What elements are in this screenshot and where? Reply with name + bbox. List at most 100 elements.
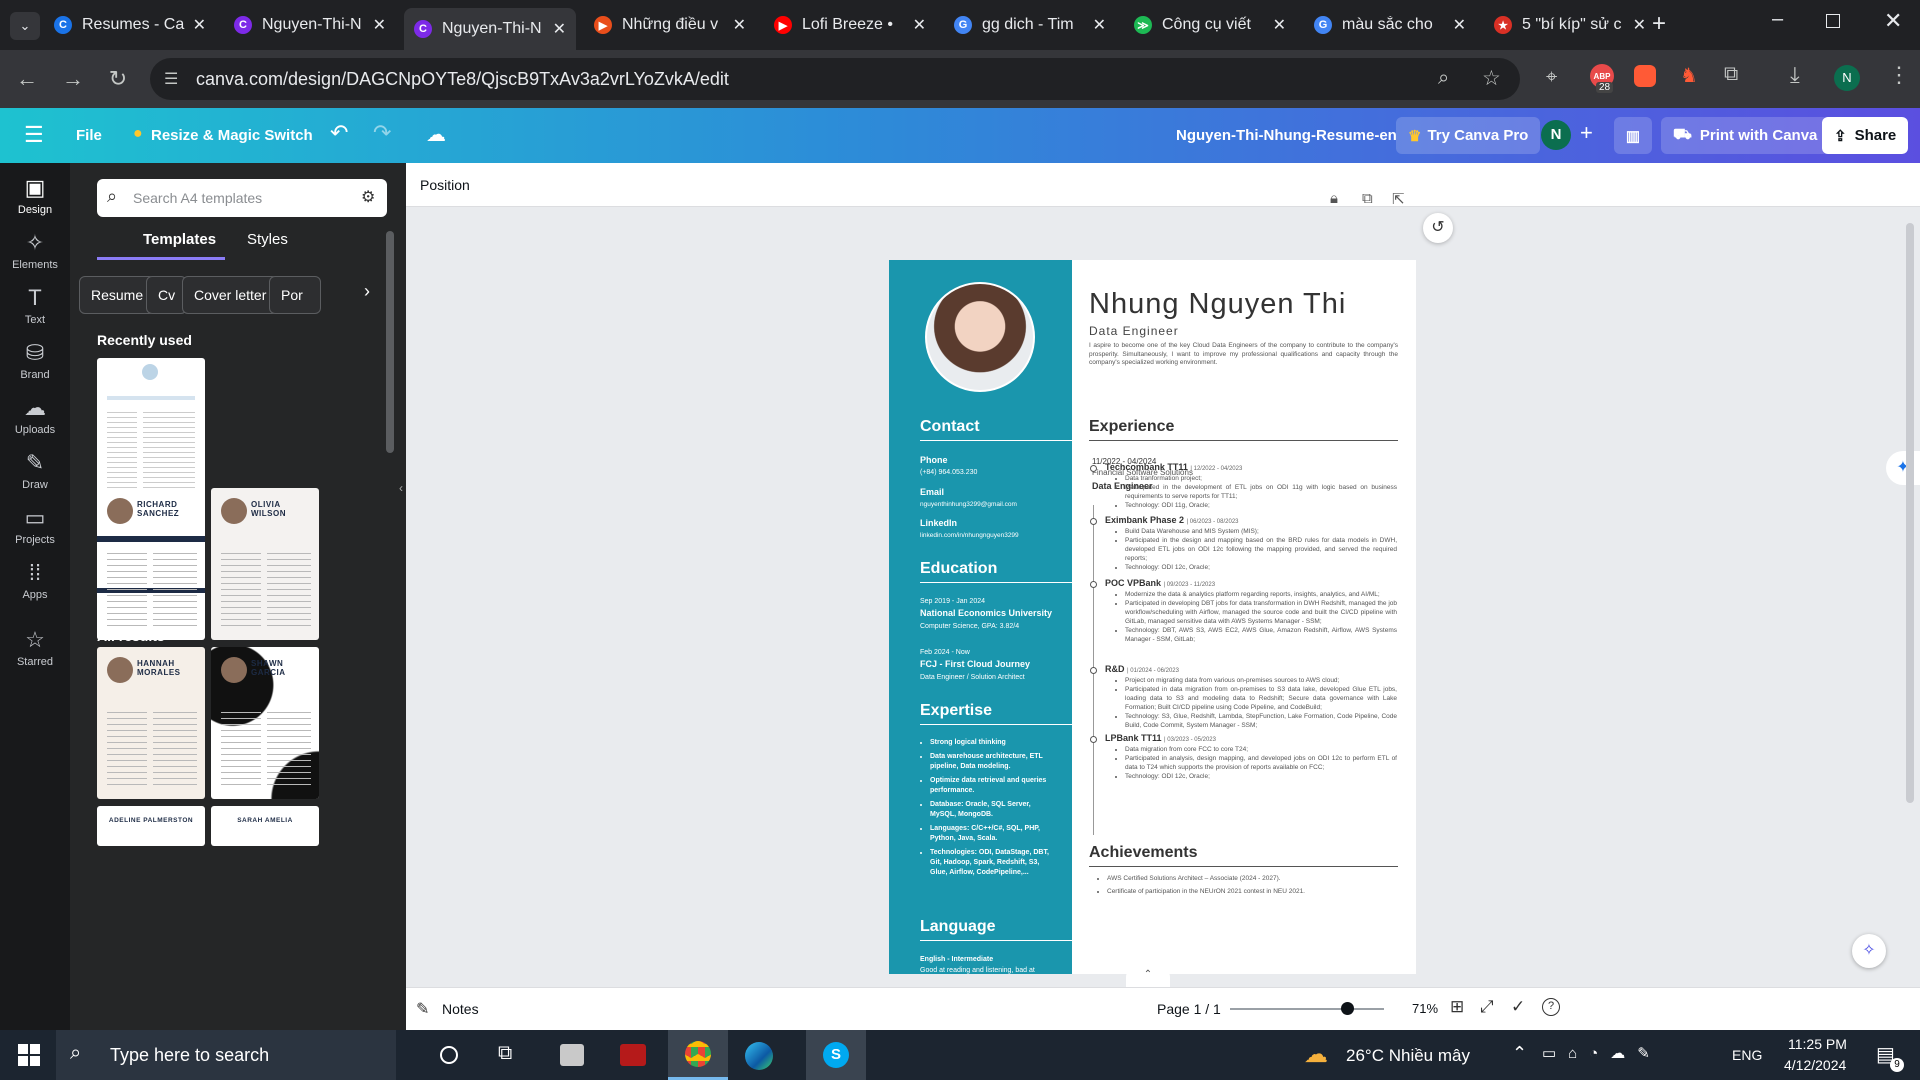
- zoom-value[interactable]: 71%: [1412, 1001, 1438, 1016]
- template-thumb[interactable]: RICHARD SANCHEZ: [97, 488, 205, 640]
- document-title[interactable]: Nguyen-Thi-Nhung-Resume-en: [1176, 127, 1397, 144]
- user-avatar[interactable]: N: [1541, 120, 1571, 150]
- weather-text[interactable]: 26°C Nhiều mây: [1346, 1046, 1470, 1066]
- browser-tab[interactable]: C Nguyen-Thi-N ✕: [224, 8, 396, 42]
- browser-tab[interactable]: ▶ Những điều v ✕: [584, 8, 756, 42]
- zoom-icon[interactable]: ⌕: [1438, 67, 1449, 90]
- browser-menu-icon[interactable]: ⋮: [1888, 62, 1910, 88]
- insights-button[interactable]: ▥: [1614, 117, 1652, 154]
- browser-tab[interactable]: C Resumes - Ca ✕: [44, 8, 216, 42]
- template-thumb[interactable]: HANNAH MORALES: [97, 647, 205, 799]
- notes-icon[interactable]: ✎: [416, 999, 429, 1019]
- close-tab-icon[interactable]: ✕: [1633, 15, 1646, 35]
- taskbar-search[interactable]: ⌕ Type here to search: [56, 1030, 396, 1080]
- browser-tab[interactable]: ★ 5 "bí kíp" sử c ✕: [1484, 8, 1656, 42]
- template-thumb[interactable]: SARAH AMELIA: [211, 806, 319, 846]
- rail-item-text[interactable]: T Text: [0, 285, 70, 345]
- filter-chip[interactable]: Por: [269, 276, 321, 314]
- reload-icon[interactable]: ↻: [103, 64, 133, 94]
- add-collaborator-icon[interactable]: +: [1580, 120, 1593, 146]
- zoom-slider-track[interactable]: [1230, 1008, 1384, 1010]
- edge-taskbar-icon[interactable]: [745, 1042, 773, 1070]
- rail-item-apps[interactable]: ⁞⁞ Apps: [0, 560, 70, 620]
- rail-item-uploads[interactable]: ☁ Uploads: [0, 395, 70, 455]
- filter-icon[interactable]: ⚙: [361, 187, 375, 207]
- file-menu[interactable]: File: [76, 127, 102, 144]
- chips-next-icon[interactable]: ›: [364, 281, 370, 302]
- close-tab-icon[interactable]: ✕: [1093, 15, 1106, 35]
- template-thumb[interactable]: SHAWN GARCIA: [211, 647, 319, 799]
- show-pages-handle[interactable]: ⌃: [1126, 969, 1170, 987]
- extension-mouse-icon[interactable]: ⌖: [1546, 66, 1557, 89]
- filter-chip[interactable]: Cover letter: [182, 276, 279, 314]
- menu-icon[interactable]: ☰: [24, 122, 44, 148]
- app-icon-2[interactable]: [620, 1044, 646, 1066]
- template-search-input[interactable]: ⌕ Search A4 templates ⚙: [97, 179, 387, 217]
- template-thumb[interactable]: OLIVIA WILSON: [211, 488, 319, 640]
- add-page-icon[interactable]: ⇱: [1392, 190, 1405, 208]
- lock-icon[interactable]: 🔒︎: [1330, 190, 1338, 207]
- download-icon[interactable]: ⤓: [1790, 62, 1800, 88]
- close-tab-icon[interactable]: ✕: [1273, 15, 1286, 35]
- undo-icon[interactable]: ↶: [330, 120, 348, 146]
- share-button[interactable]: ⇪ Share: [1822, 117, 1909, 154]
- browser-tab[interactable]: Ggg dich - Tim ✕: [944, 8, 1116, 42]
- check-icon[interactable]: ✓: [1511, 997, 1525, 1017]
- filter-chip[interactable]: Cv: [146, 276, 188, 314]
- browser-tab[interactable]: ▶ Lofi Breeze • ✕: [764, 8, 936, 42]
- tab-styles[interactable]: Styles: [247, 231, 288, 248]
- try-pro-button[interactable]: ♛ Try Canva Pro: [1396, 117, 1541, 154]
- forward-icon[interactable]: →: [58, 64, 88, 94]
- back-icon[interactable]: ←: [12, 64, 42, 94]
- chrome-taskbar-icon[interactable]: [668, 1030, 728, 1080]
- rail-item-starred[interactable]: ☆ Starred: [0, 627, 70, 687]
- duplicate-icon[interactable]: ⧉: [1362, 190, 1373, 207]
- restore-icon[interactable]: [1826, 14, 1840, 28]
- extensions-puzzle-icon[interactable]: ⧉: [1724, 63, 1738, 86]
- notes-button[interactable]: Notes: [442, 1001, 479, 1017]
- profile-avatar[interactable]: N: [1834, 65, 1860, 91]
- page-indicator[interactable]: Page 1 / 1: [1157, 1001, 1221, 1017]
- help-icon[interactable]: ?: [1542, 998, 1560, 1016]
- rail-item-brand[interactable]: ⛁ Brand: [0, 340, 70, 400]
- close-tab-icon[interactable]: ✕: [1453, 15, 1466, 35]
- rail-item-projects[interactable]: ▭ Projects: [0, 505, 70, 565]
- resume-page[interactable]: Contact Phone (+84) 964.053.230 Email ng…: [889, 260, 1416, 974]
- tray-icons[interactable]: ▭⌂◔☁✎: [1542, 1044, 1662, 1062]
- browser-tab[interactable]: C Nguyen-Thi-N ✕: [404, 8, 576, 50]
- start-icon[interactable]: [18, 1044, 40, 1066]
- print-button[interactable]: ⛟ Print with Canva: [1661, 117, 1830, 154]
- language-indicator[interactable]: ENG: [1732, 1047, 1762, 1063]
- rail-item-elements[interactable]: ✧ Elements: [0, 230, 70, 290]
- tray-chevron-icon[interactable]: ⌃: [1512, 1043, 1527, 1064]
- close-tab-icon[interactable]: ✕: [913, 15, 926, 35]
- tab-templates[interactable]: Templates: [143, 231, 216, 248]
- skype-taskbar-icon[interactable]: S: [806, 1030, 866, 1080]
- close-tab-icon[interactable]: ✕: [553, 19, 566, 39]
- resize-button[interactable]: Resize & Magic Switch: [151, 127, 313, 144]
- clock-time[interactable]: 11:25 PM: [1788, 1036, 1847, 1052]
- panel-scrollbar[interactable]: [386, 231, 394, 453]
- template-thumb[interactable]: ADELINE PALMERSTON: [97, 806, 205, 846]
- rail-item-draw[interactable]: ✎ Draw: [0, 450, 70, 510]
- filter-chip[interactable]: Resume: [79, 276, 156, 314]
- rail-item-design[interactable]: ▣ Design: [0, 175, 70, 235]
- browser-tab[interactable]: ≫ Công cụ viết ✕: [1124, 8, 1296, 42]
- app-icon-1[interactable]: [560, 1044, 584, 1066]
- extension-record-icon[interactable]: [1634, 65, 1656, 87]
- position-button[interactable]: Position: [420, 177, 470, 193]
- grid-view-icon[interactable]: ⊞: [1450, 997, 1464, 1017]
- close-window-icon[interactable]: ✕: [1884, 8, 1902, 34]
- cortana-icon[interactable]: [440, 1046, 458, 1064]
- close-tab-icon[interactable]: ✕: [193, 15, 206, 35]
- browser-tab[interactable]: Gmàu sắc cho ✕: [1304, 8, 1476, 42]
- magic-assist-icon[interactable]: ✦: [1886, 451, 1920, 485]
- magic-sparkle-button[interactable]: ✧: [1852, 934, 1886, 968]
- site-info-icon[interactable]: ☰: [164, 69, 178, 89]
- workspace-scrollbar[interactable]: [1906, 223, 1914, 803]
- fullscreen-icon[interactable]: ⤢: [1480, 997, 1494, 1017]
- extension-fox-icon[interactable]: ♞: [1680, 63, 1698, 88]
- tab-search-icon[interactable]: ⌄: [10, 12, 40, 40]
- address-bar[interactable]: ☰ canva.com/design/DAGCNpOYTe8/QjscB9TxA…: [150, 58, 1520, 100]
- cloud-saved-icon[interactable]: ☁: [426, 122, 446, 147]
